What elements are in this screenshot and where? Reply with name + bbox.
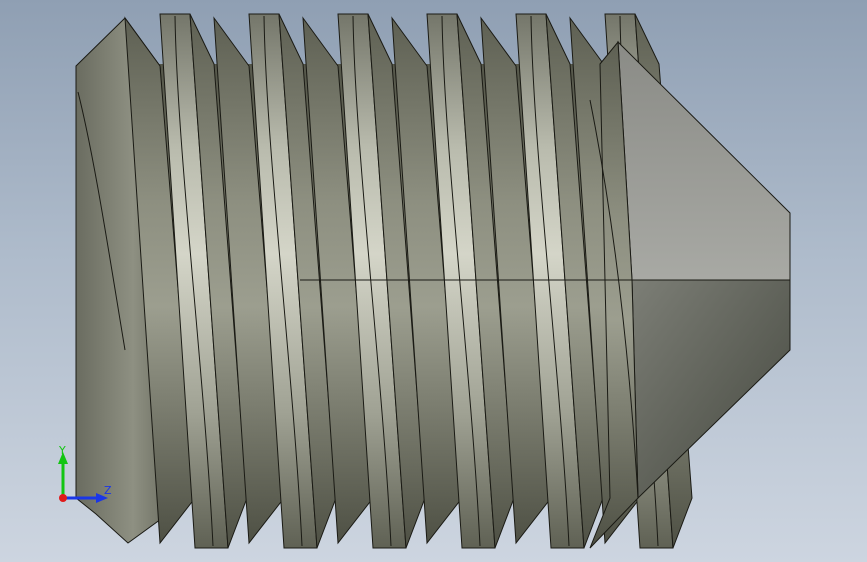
x-axis-label: Z <box>104 484 112 497</box>
coordinate-triad: Y Z <box>58 444 112 503</box>
cad-viewport[interactable]: Y Z <box>0 0 867 562</box>
y-axis-label: Y <box>58 444 66 457</box>
origin-dot <box>59 494 67 502</box>
